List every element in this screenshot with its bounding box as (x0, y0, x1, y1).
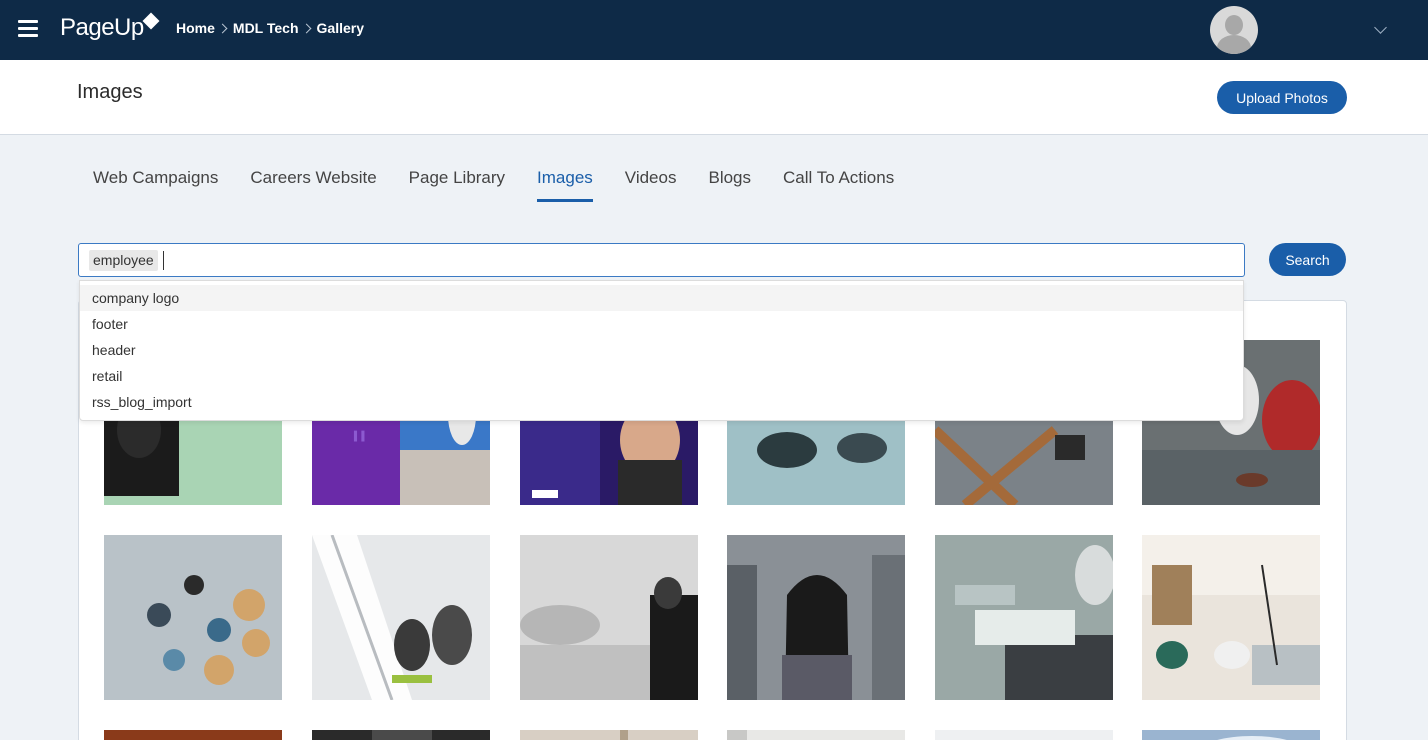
tab-page-library[interactable]: Page Library (409, 168, 505, 202)
user-avatar[interactable] (1210, 6, 1258, 54)
gallery-image[interactable] (312, 730, 490, 740)
gallery-tabs: Web Campaigns Careers Website Page Libra… (93, 168, 926, 202)
tab-call-to-actions[interactable]: Call To Actions (783, 168, 894, 202)
suggestion-rss-blog-import[interactable]: rss_blog_import (80, 389, 1243, 415)
gallery-image[interactable] (312, 535, 490, 700)
search-button[interactable]: Search (1269, 243, 1346, 276)
gallery-image[interactable] (727, 535, 905, 700)
chevron-down-icon[interactable] (1374, 21, 1387, 34)
tab-blogs[interactable]: Blogs (708, 168, 751, 202)
gallery-image[interactable] (520, 730, 698, 740)
tab-videos[interactable]: Videos (625, 168, 677, 202)
search-tag-chip[interactable]: employee (89, 250, 158, 271)
svg-text:": " (350, 424, 368, 470)
gallery-image[interactable] (727, 730, 905, 740)
chevron-right-icon (301, 23, 311, 33)
gallery-image[interactable] (935, 730, 1113, 740)
top-navigation-bar: PageUp Home MDL Tech Gallery (0, 0, 1428, 60)
pageup-logo[interactable]: PageUp (60, 14, 144, 42)
tag-search-input[interactable]: employee (78, 243, 1245, 277)
breadcrumb-mdl-tech[interactable]: MDL Tech (233, 20, 299, 36)
gallery-image[interactable] (104, 730, 282, 740)
suggestion-company-logo[interactable]: company logo (80, 285, 1243, 311)
gallery-image[interactable] (1142, 730, 1320, 740)
tag-suggestions-dropdown: company logo footer header retail rss_bl… (79, 280, 1244, 421)
suggestion-footer[interactable]: footer (80, 311, 1243, 337)
tab-web-campaigns[interactable]: Web Campaigns (93, 168, 218, 202)
hamburger-menu-icon[interactable] (18, 20, 38, 38)
tab-images[interactable]: Images (537, 168, 593, 202)
gallery-image[interactable] (935, 535, 1113, 700)
upload-photos-button[interactable]: Upload Photos (1217, 81, 1347, 114)
gallery-image[interactable] (1142, 535, 1320, 700)
suggestion-header[interactable]: header (80, 337, 1243, 363)
tab-careers-website[interactable]: Careers Website (250, 168, 376, 202)
breadcrumb-current: Gallery (316, 20, 364, 36)
breadcrumb: Home MDL Tech Gallery (176, 20, 364, 36)
text-caret (163, 251, 164, 270)
gallery-image[interactable] (520, 535, 698, 700)
page-header: Images Upload Photos (0, 60, 1428, 135)
page-title: Images (77, 81, 143, 103)
suggestion-retail[interactable]: retail (80, 363, 1243, 389)
gallery-image[interactable] (104, 535, 282, 700)
logo-diamond-icon (142, 12, 160, 30)
chevron-right-icon (217, 23, 228, 33)
breadcrumb-home[interactable]: Home (176, 20, 215, 36)
